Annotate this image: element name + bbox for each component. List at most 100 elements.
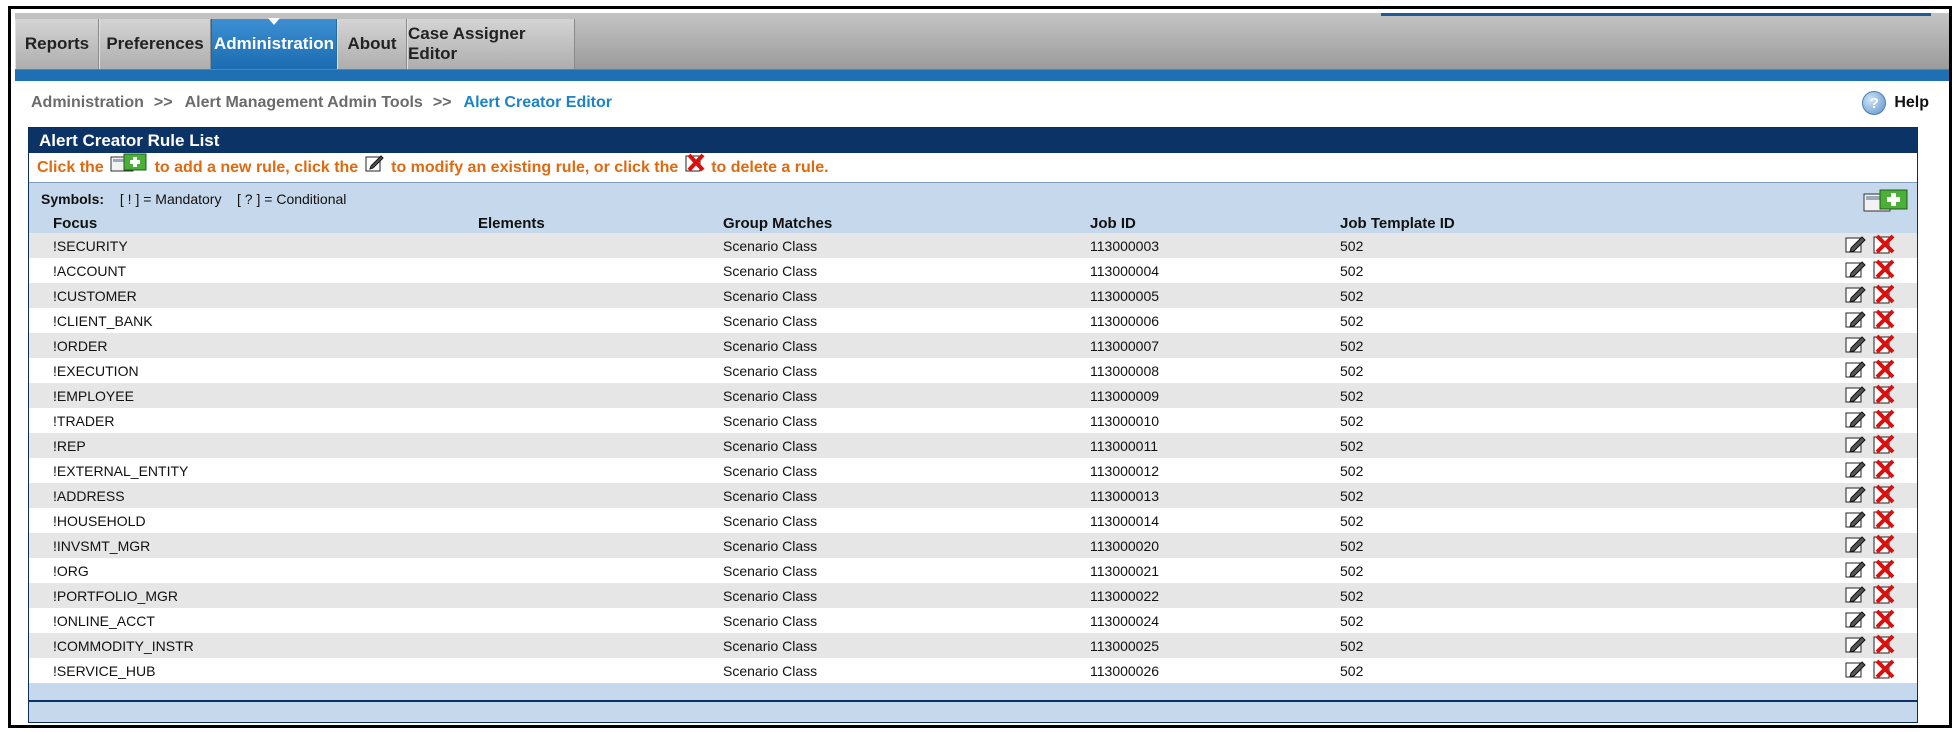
- delete-icon[interactable]: [1873, 384, 1895, 407]
- tab-case-assigner-editor[interactable]: Case Assigner Editor: [407, 19, 575, 69]
- table-row: !EMPLOYEE Scenario Class 113000009 502: [29, 383, 1917, 408]
- table-row: !CLIENT_BANK Scenario Class 113000006 502: [29, 308, 1917, 333]
- cell-focus: !TRADER: [29, 408, 478, 433]
- delete-icon[interactable]: [1873, 234, 1895, 257]
- breadcrumb-separator: >>: [432, 94, 452, 111]
- symbols-label: Symbols:: [41, 191, 105, 207]
- instructions: Click the to add a new rule, click the t…: [29, 153, 1917, 181]
- edit-icon[interactable]: [1845, 259, 1867, 282]
- cell-job-id: 113000012: [1090, 458, 1340, 483]
- cell-group-matches: Scenario Class: [723, 383, 1090, 408]
- edit-icon[interactable]: [1845, 609, 1867, 632]
- delete-icon[interactable]: [1873, 334, 1895, 357]
- edit-icon[interactable]: [1845, 559, 1867, 582]
- table-row: !SERVICE_HUB Scenario Class 113000026 502: [29, 658, 1917, 683]
- cell-focus: !INVSMT_MGR: [29, 533, 478, 558]
- column-header-focus: Focus: [29, 213, 478, 233]
- cell-group-matches: Scenario Class: [723, 483, 1090, 508]
- cell-actions: [1820, 433, 1917, 458]
- active-tab-notch: [268, 18, 280, 25]
- help-label: Help: [1894, 94, 1929, 111]
- edit-icon[interactable]: [1845, 534, 1867, 557]
- edit-icon[interactable]: [1845, 234, 1867, 257]
- breadcrumb-administration[interactable]: Administration: [31, 94, 144, 111]
- help-link[interactable]: ? Help: [1862, 91, 1929, 115]
- tab-reports[interactable]: Reports: [15, 19, 99, 69]
- cell-elements: [478, 233, 723, 258]
- cell-elements: [478, 508, 723, 533]
- cell-actions: [1820, 483, 1917, 508]
- rule-list-panel: Alert Creator Rule List Click the to add…: [28, 127, 1918, 723]
- delete-icon[interactable]: [1873, 559, 1895, 582]
- delete-icon[interactable]: [1873, 459, 1895, 482]
- cell-focus: !EXECUTION: [29, 358, 478, 383]
- cell-elements: [478, 408, 723, 433]
- edit-icon[interactable]: [1845, 409, 1867, 432]
- edit-icon[interactable]: [1845, 434, 1867, 457]
- delete-icon[interactable]: [1873, 284, 1895, 307]
- cell-actions: [1820, 583, 1917, 608]
- cell-group-matches: Scenario Class: [723, 408, 1090, 433]
- cell-group-matches: Scenario Class: [723, 608, 1090, 633]
- breadcrumb-alert-management-admin-tools[interactable]: Alert Management Admin Tools: [185, 94, 423, 111]
- cell-elements: [478, 308, 723, 333]
- table-row: !HOUSEHOLD Scenario Class 113000014 502: [29, 508, 1917, 533]
- cell-actions: [1820, 608, 1917, 633]
- cell-job-id: 113000021: [1090, 558, 1340, 583]
- delete-icon[interactable]: [1873, 609, 1895, 632]
- instructions-text: to modify an existing rule, or click the: [391, 159, 679, 177]
- cell-focus: !SERVICE_HUB: [29, 658, 478, 683]
- table-row: !SECURITY Scenario Class 113000003 502: [29, 233, 1917, 258]
- delete-icon[interactable]: [1873, 509, 1895, 532]
- table-header-row: Focus Elements Group Matches Job ID Job …: [29, 213, 1917, 233]
- cell-job-template-id: 502: [1340, 533, 1820, 558]
- cell-job-id: 113000010: [1090, 408, 1340, 433]
- table-row: !EXECUTION Scenario Class 113000008 502: [29, 358, 1917, 383]
- cell-elements: [478, 658, 723, 683]
- delete-icon[interactable]: [1873, 309, 1895, 332]
- tab-preferences[interactable]: Preferences: [99, 19, 211, 69]
- edit-icon[interactable]: [1845, 384, 1867, 407]
- edit-icon[interactable]: [1845, 359, 1867, 382]
- cell-actions: [1820, 533, 1917, 558]
- cell-focus: !PORTFOLIO_MGR: [29, 583, 478, 608]
- edit-icon[interactable]: [1845, 584, 1867, 607]
- delete-icon[interactable]: [1873, 259, 1895, 282]
- edit-icon[interactable]: [1845, 284, 1867, 307]
- cell-job-template-id: 502: [1340, 308, 1820, 333]
- edit-icon[interactable]: [1845, 484, 1867, 507]
- delete-icon[interactable]: [1873, 409, 1895, 432]
- edit-icon[interactable]: [1845, 659, 1867, 682]
- delete-icon[interactable]: [1873, 634, 1895, 657]
- cell-actions: [1820, 233, 1917, 258]
- edit-icon[interactable]: [1845, 309, 1867, 332]
- edit-rule-icon: [365, 153, 385, 183]
- delete-icon[interactable]: [1873, 484, 1895, 507]
- edit-icon[interactable]: [1845, 509, 1867, 532]
- nav-accent-line: [1381, 13, 1931, 16]
- cell-actions: [1820, 258, 1917, 283]
- table-row: !ACCOUNT Scenario Class 113000004 502: [29, 258, 1917, 283]
- cell-job-id: 113000014: [1090, 508, 1340, 533]
- delete-icon[interactable]: [1873, 659, 1895, 682]
- column-header-job-template-id: Job Template ID: [1340, 213, 1820, 233]
- delete-icon[interactable]: [1873, 534, 1895, 557]
- edit-icon[interactable]: [1845, 634, 1867, 657]
- symbols-legend: Symbols: [ ! ] = Mandatory [ ? ] = Condi…: [41, 191, 346, 207]
- delete-icon[interactable]: [1873, 584, 1895, 607]
- table-row: !PORTFOLIO_MGR Scenario Class 113000022 502: [29, 583, 1917, 608]
- edit-icon[interactable]: [1845, 459, 1867, 482]
- cell-job-template-id: 502: [1340, 483, 1820, 508]
- delete-icon[interactable]: [1873, 434, 1895, 457]
- tab-administration[interactable]: Administration: [211, 18, 337, 69]
- cell-group-matches: Scenario Class: [723, 458, 1090, 483]
- cell-elements: [478, 483, 723, 508]
- cell-actions: [1820, 408, 1917, 433]
- column-header-elements: Elements: [478, 213, 723, 233]
- edit-icon[interactable]: [1845, 334, 1867, 357]
- delete-rule-icon: [685, 153, 705, 183]
- delete-icon[interactable]: [1873, 359, 1895, 382]
- tab-about[interactable]: About: [337, 19, 407, 69]
- cell-job-template-id: 502: [1340, 658, 1820, 683]
- cell-actions: [1820, 308, 1917, 333]
